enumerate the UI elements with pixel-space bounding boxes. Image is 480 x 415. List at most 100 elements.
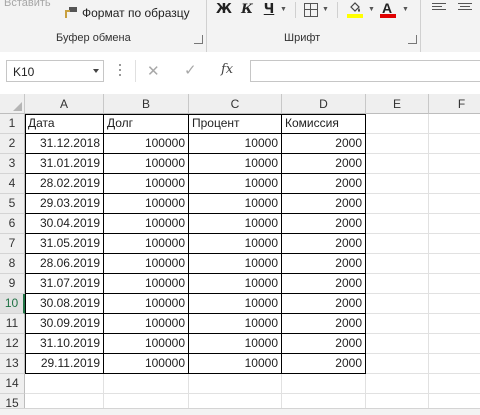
header-cell[interactable]: Дата xyxy=(25,114,104,134)
table-cell[interactable]: 10000 xyxy=(189,334,282,354)
row-header[interactable]: 3 xyxy=(0,154,25,174)
table-cell[interactable]: 31.10.2019 xyxy=(25,334,104,354)
row-header[interactable]: 5 xyxy=(0,194,25,214)
empty-cell[interactable] xyxy=(429,214,480,234)
table-cell[interactable]: 31.07.2019 xyxy=(25,274,104,294)
column-header-a[interactable]: A xyxy=(25,94,104,114)
table-cell[interactable]: 10000 xyxy=(189,254,282,274)
empty-cell[interactable] xyxy=(366,274,429,294)
table-cell[interactable]: 10000 xyxy=(189,154,282,174)
empty-cell[interactable] xyxy=(366,334,429,354)
row-header[interactable]: 6 xyxy=(0,214,25,234)
table-cell[interactable]: 100000 xyxy=(104,334,189,354)
empty-cell[interactable] xyxy=(429,254,480,274)
empty-cell[interactable] xyxy=(429,314,480,334)
table-cell[interactable]: 10000 xyxy=(189,274,282,294)
table-cell[interactable]: 10000 xyxy=(189,214,282,234)
clipboard-launcher-icon[interactable] xyxy=(194,35,203,44)
table-cell[interactable]: 100000 xyxy=(104,274,189,294)
font-color-dropdown-icon[interactable]: ▼ xyxy=(402,6,409,13)
row-header[interactable]: 4 xyxy=(0,174,25,194)
column-header-b[interactable]: B xyxy=(104,94,189,114)
empty-cell[interactable] xyxy=(366,114,429,134)
column-header-d[interactable]: D xyxy=(282,94,366,114)
empty-cell[interactable] xyxy=(282,374,366,394)
table-cell[interactable]: 2000 xyxy=(282,234,366,254)
table-cell[interactable]: 2000 xyxy=(282,154,366,174)
empty-cell[interactable] xyxy=(429,114,480,134)
borders-dropdown-icon[interactable]: ▼ xyxy=(322,6,329,13)
borders-icon[interactable] xyxy=(304,3,318,17)
table-cell[interactable]: 10000 xyxy=(189,234,282,254)
table-cell[interactable]: 28.06.2019 xyxy=(25,254,104,274)
italic-button[interactable]: К xyxy=(240,1,254,19)
cancel-icon[interactable]: ✕ xyxy=(147,62,160,80)
header-cell[interactable]: Долг xyxy=(104,114,189,134)
table-cell[interactable]: 2000 xyxy=(282,214,366,234)
align-middle-icon[interactable] xyxy=(458,3,472,15)
empty-cell[interactable] xyxy=(429,274,480,294)
empty-cell[interactable] xyxy=(429,134,480,154)
empty-cell[interactable] xyxy=(25,374,104,394)
empty-cell[interactable] xyxy=(429,234,480,254)
table-cell[interactable]: 2000 xyxy=(282,194,366,214)
empty-cell[interactable] xyxy=(366,254,429,274)
row-header[interactable]: 10 xyxy=(0,294,25,314)
row-header[interactable]: 14 xyxy=(0,374,25,394)
table-cell[interactable]: 2000 xyxy=(282,354,366,374)
table-cell[interactable]: 2000 xyxy=(282,334,366,354)
row-header[interactable]: 2 xyxy=(0,134,25,154)
formula-input[interactable] xyxy=(250,60,480,82)
empty-cell[interactable] xyxy=(366,194,429,214)
empty-cell[interactable] xyxy=(429,374,480,394)
fill-color-dropdown-icon[interactable]: ▼ xyxy=(368,6,375,13)
empty-cell[interactable] xyxy=(429,354,480,374)
empty-cell[interactable] xyxy=(366,154,429,174)
table-cell[interactable]: 30.09.2019 xyxy=(25,314,104,334)
row-header[interactable]: 12 xyxy=(0,334,25,354)
table-cell[interactable]: 100000 xyxy=(104,294,189,314)
empty-cell[interactable] xyxy=(429,174,480,194)
header-cell[interactable]: Процент xyxy=(189,114,282,134)
row-header[interactable]: 11 xyxy=(0,314,25,334)
select-all-button[interactable] xyxy=(0,94,25,114)
format-painter-button[interactable]: Формат по образцу xyxy=(64,6,190,20)
underline-button[interactable]: Ч xyxy=(262,1,276,19)
name-box-dropdown-icon[interactable] xyxy=(93,69,99,73)
table-cell[interactable]: 2000 xyxy=(282,134,366,154)
table-cell[interactable]: 29.11.2019 xyxy=(25,354,104,374)
table-cell[interactable]: 100000 xyxy=(104,314,189,334)
table-cell[interactable]: 100000 xyxy=(104,254,189,274)
table-cell[interactable]: 31.05.2019 xyxy=(25,234,104,254)
align-top-icon[interactable] xyxy=(432,3,446,15)
empty-cell[interactable] xyxy=(366,234,429,254)
row-header[interactable]: 1 xyxy=(0,114,25,134)
table-cell[interactable]: 2000 xyxy=(282,254,366,274)
table-cell[interactable]: 10000 xyxy=(189,194,282,214)
table-cell[interactable]: 10000 xyxy=(189,354,282,374)
table-cell[interactable]: 10000 xyxy=(189,174,282,194)
table-cell[interactable]: 100000 xyxy=(104,214,189,234)
table-cell[interactable]: 100000 xyxy=(104,174,189,194)
name-box[interactable]: K10 xyxy=(6,60,104,82)
empty-cell[interactable] xyxy=(429,294,480,314)
table-cell[interactable]: 10000 xyxy=(189,294,282,314)
table-cell[interactable]: 31.01.2019 xyxy=(25,154,104,174)
insert-function-icon[interactable]: fx xyxy=(221,62,233,77)
empty-cell[interactable] xyxy=(366,214,429,234)
empty-cell[interactable] xyxy=(429,194,480,214)
table-cell[interactable]: 10000 xyxy=(189,134,282,154)
enter-icon[interactable]: ✓ xyxy=(184,61,197,79)
empty-cell[interactable] xyxy=(366,134,429,154)
row-header[interactable]: 13 xyxy=(0,354,25,374)
underline-dropdown-icon[interactable]: ▼ xyxy=(280,6,287,13)
table-cell[interactable]: 100000 xyxy=(104,154,189,174)
empty-cell[interactable] xyxy=(189,374,282,394)
row-header[interactable]: 9 xyxy=(0,274,25,294)
table-cell[interactable]: 100000 xyxy=(104,354,189,374)
font-launcher-icon[interactable] xyxy=(408,35,417,44)
empty-cell[interactable] xyxy=(429,154,480,174)
table-cell[interactable]: 2000 xyxy=(282,314,366,334)
column-header-f[interactable]: F xyxy=(429,94,480,114)
empty-cell[interactable] xyxy=(104,374,189,394)
